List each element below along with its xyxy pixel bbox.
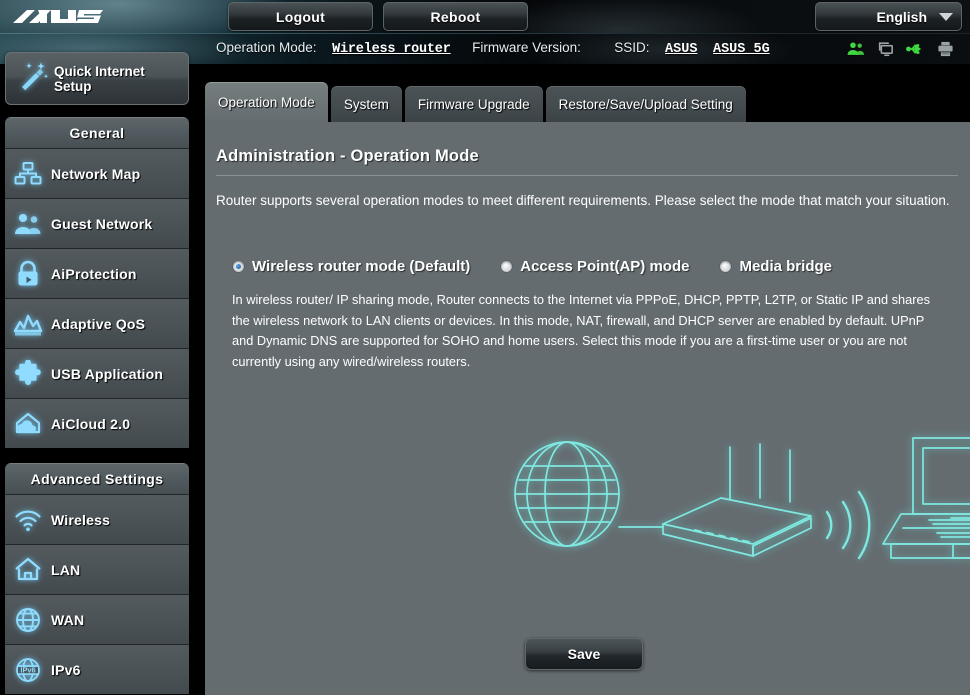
radio-label: Wireless router mode (Default) [252, 258, 470, 275]
sidebar-item-wan[interactable]: WAN [5, 594, 189, 644]
tab-restore-save-upload-setting[interactable]: Restore/Save/Upload Setting [546, 86, 746, 122]
radio-wireless-router-mode[interactable]: Wireless router mode (Default) [232, 258, 470, 275]
content-panel: Administration - Operation Mode Router s… [205, 122, 970, 695]
radio-dot-icon [232, 260, 245, 273]
logout-button[interactable]: Logout [228, 2, 373, 31]
sidebar-item-label: AiCloud 2.0 [51, 416, 130, 432]
sidebar-item-wireless[interactable]: Wireless [5, 494, 189, 544]
radio-dot-icon [500, 260, 513, 273]
asus-logo[interactable] [12, 7, 104, 27]
language-selector[interactable]: English [815, 2, 962, 31]
reboot-button[interactable]: Reboot [383, 2, 528, 31]
router [663, 444, 811, 556]
sidebar-item-label: Quick Internet Setup [54, 64, 188, 94]
lock-icon [5, 260, 51, 288]
sidebar-item-lan[interactable]: LAN [5, 544, 189, 594]
tab-bar: Operation Mode System Firmware Upgrade R… [205, 82, 749, 122]
sidebar-item-guest-network[interactable]: Guest Network [5, 198, 189, 248]
magic-wand-icon [12, 60, 54, 97]
firmware-version-label: Firmware Version: [472, 40, 581, 55]
operation-mode-label: Operation Mode: [216, 40, 317, 55]
sidebar-item-aiprotection[interactable]: AiProtection [5, 248, 189, 298]
clone-device-icon[interactable] [875, 39, 896, 59]
ipv6-globe-icon: IPv6 [5, 656, 51, 684]
page-description: Router supports several operation modes … [216, 192, 956, 210]
save-button[interactable]: Save [525, 638, 643, 670]
status-info: Operation Mode: Wireless router Firmware… [216, 40, 770, 57]
wifi-signal [827, 492, 869, 558]
tab-firmware-upgrade[interactable]: Firmware Upgrade [405, 86, 543, 122]
sidebar-item-label: USB Application [51, 366, 163, 382]
sidebar-group-title: General [5, 117, 189, 148]
operation-mode-radio-group: Wireless router mode (Default) Access Po… [232, 258, 862, 275]
radio-label: Media bridge [739, 258, 832, 275]
puzzle-icon [5, 360, 51, 388]
laptop [883, 438, 970, 558]
sidebar-item-label: WAN [51, 612, 84, 628]
mode-description: In wireless router/ IP sharing mode, Rou… [232, 290, 947, 372]
tab-system[interactable]: System [331, 86, 402, 122]
sidebar-item-label: Network Map [51, 166, 140, 182]
sidebar-item-label: Wireless [51, 512, 110, 528]
printer-icon[interactable] [935, 39, 956, 59]
usb-icon[interactable] [905, 39, 926, 59]
tab-operation-mode[interactable]: Operation Mode [205, 82, 328, 122]
sidebar-item-label: Guest Network [51, 216, 152, 232]
chevron-down-icon [939, 13, 953, 21]
wireless-router-topology-diagram [505, 432, 970, 572]
sidebar-item-label: IPv6 [51, 662, 81, 678]
top-header-bar: Logout Reboot English [0, 0, 970, 34]
globe-icon [5, 606, 51, 634]
radio-label: Access Point(AP) mode [520, 258, 689, 275]
guest-network-icon[interactable] [845, 39, 866, 59]
sidebar-item-label: AiProtection [51, 266, 137, 282]
sidebar: Quick Internet Setup General Network Map [0, 48, 196, 695]
radio-access-point-mode[interactable]: Access Point(AP) mode [500, 258, 689, 275]
sidebar-item-ipv6[interactable]: IPv6 IPv6 [5, 644, 189, 694]
sidebar-item-quick-internet-setup[interactable]: Quick Internet Setup [5, 52, 189, 105]
house-icon [5, 556, 51, 583]
network-map-icon [5, 161, 51, 187]
router-admin-page: Logout Reboot English Operation Mode: Wi… [0, 0, 970, 695]
operation-mode-value-link[interactable]: Wireless router [332, 42, 451, 57]
sidebar-item-usb-application[interactable]: USB Application [5, 348, 189, 398]
radio-media-bridge-mode[interactable]: Media bridge [719, 258, 832, 275]
internet-globe [515, 442, 619, 546]
qos-chart-icon [5, 311, 51, 337]
sidebar-group-general: General Network Map [5, 117, 189, 448]
svg-text:IPv6: IPv6 [20, 665, 35, 674]
ssid-5g-link[interactable]: ASUS_5G [713, 42, 770, 57]
sidebar-item-aicloud[interactable]: AiCloud 2.0 [5, 398, 189, 448]
sidebar-item-network-map[interactable]: Network Map [5, 148, 189, 198]
guest-network-icon [5, 211, 51, 237]
title-divider [216, 175, 958, 176]
ssid-label: SSID: [614, 40, 649, 55]
language-selector-value: English [876, 9, 927, 25]
sidebar-item-label: Adaptive QoS [51, 316, 145, 332]
sidebar-group-advanced-settings: Advanced Settings Wireless [5, 463, 189, 694]
cloud-house-icon [5, 411, 51, 437]
wifi-icon [5, 507, 51, 533]
sidebar-item-label: LAN [51, 562, 80, 578]
status-icon-tray [845, 39, 956, 59]
sidebar-item-adaptive-qos[interactable]: Adaptive QoS [5, 298, 189, 348]
radio-dot-icon [719, 260, 732, 273]
sidebar-group-title: Advanced Settings [5, 463, 189, 494]
ssid-2g-link[interactable]: ASUS [665, 42, 697, 57]
page-title: Administration - Operation Mode [216, 147, 479, 166]
